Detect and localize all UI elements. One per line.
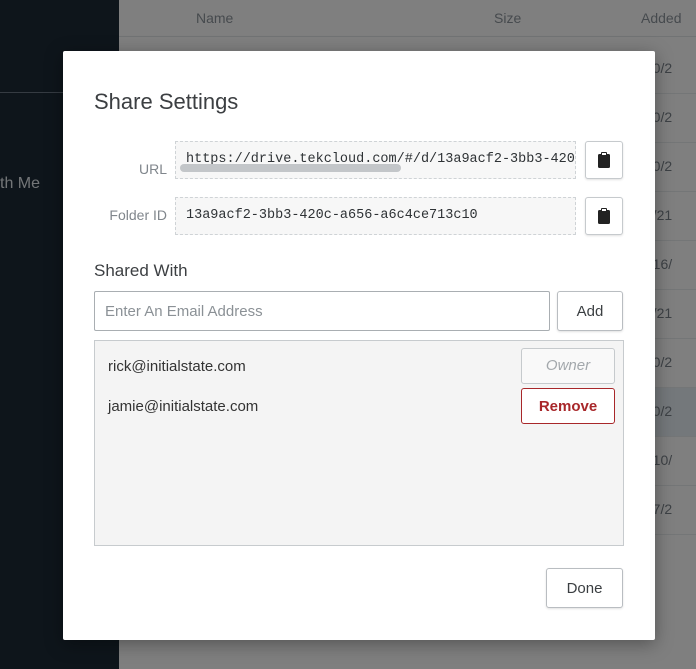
copy-folder-id-button[interactable] [585, 197, 623, 235]
email-input[interactable] [94, 291, 550, 331]
url-scrollbar[interactable] [180, 164, 401, 172]
owner-badge: Owner [521, 348, 615, 384]
clipboard-icon [598, 208, 610, 224]
remove-button[interactable]: Remove [521, 388, 615, 424]
clipboard-icon [598, 152, 610, 168]
folder-id-value: 13a9acf2-3bb3-420c-a656-a6c4ce713c10 [186, 208, 478, 223]
shared-with-heading: Shared With [94, 261, 188, 280]
copy-url-button[interactable] [585, 141, 623, 179]
done-button[interactable]: Done [546, 568, 623, 608]
dialog-title: Share Settings [94, 89, 239, 114]
user-email: jamie@initialstate.com [108, 398, 259, 415]
list-item: jamie@initialstate.com Remove [95, 388, 623, 426]
user-email: rick@initialstate.com [108, 358, 246, 375]
list-item: rick@initialstate.com Owner [95, 348, 623, 386]
url-label: URL [138, 161, 167, 177]
folder-id-field[interactable]: 13a9acf2-3bb3-420c-a656-a6c4ce713c10 [175, 197, 576, 235]
url-field[interactable]: https://drive.tekcloud.com/#/d/13a9acf2-… [175, 141, 576, 179]
shared-users-list: rick@initialstate.com Owner jamie@initia… [94, 340, 624, 546]
folder-id-label: Folder ID [109, 207, 167, 223]
add-button[interactable]: Add [557, 291, 623, 331]
share-settings-dialog: Share Settings URL https://drive.tekclou… [63, 51, 655, 640]
